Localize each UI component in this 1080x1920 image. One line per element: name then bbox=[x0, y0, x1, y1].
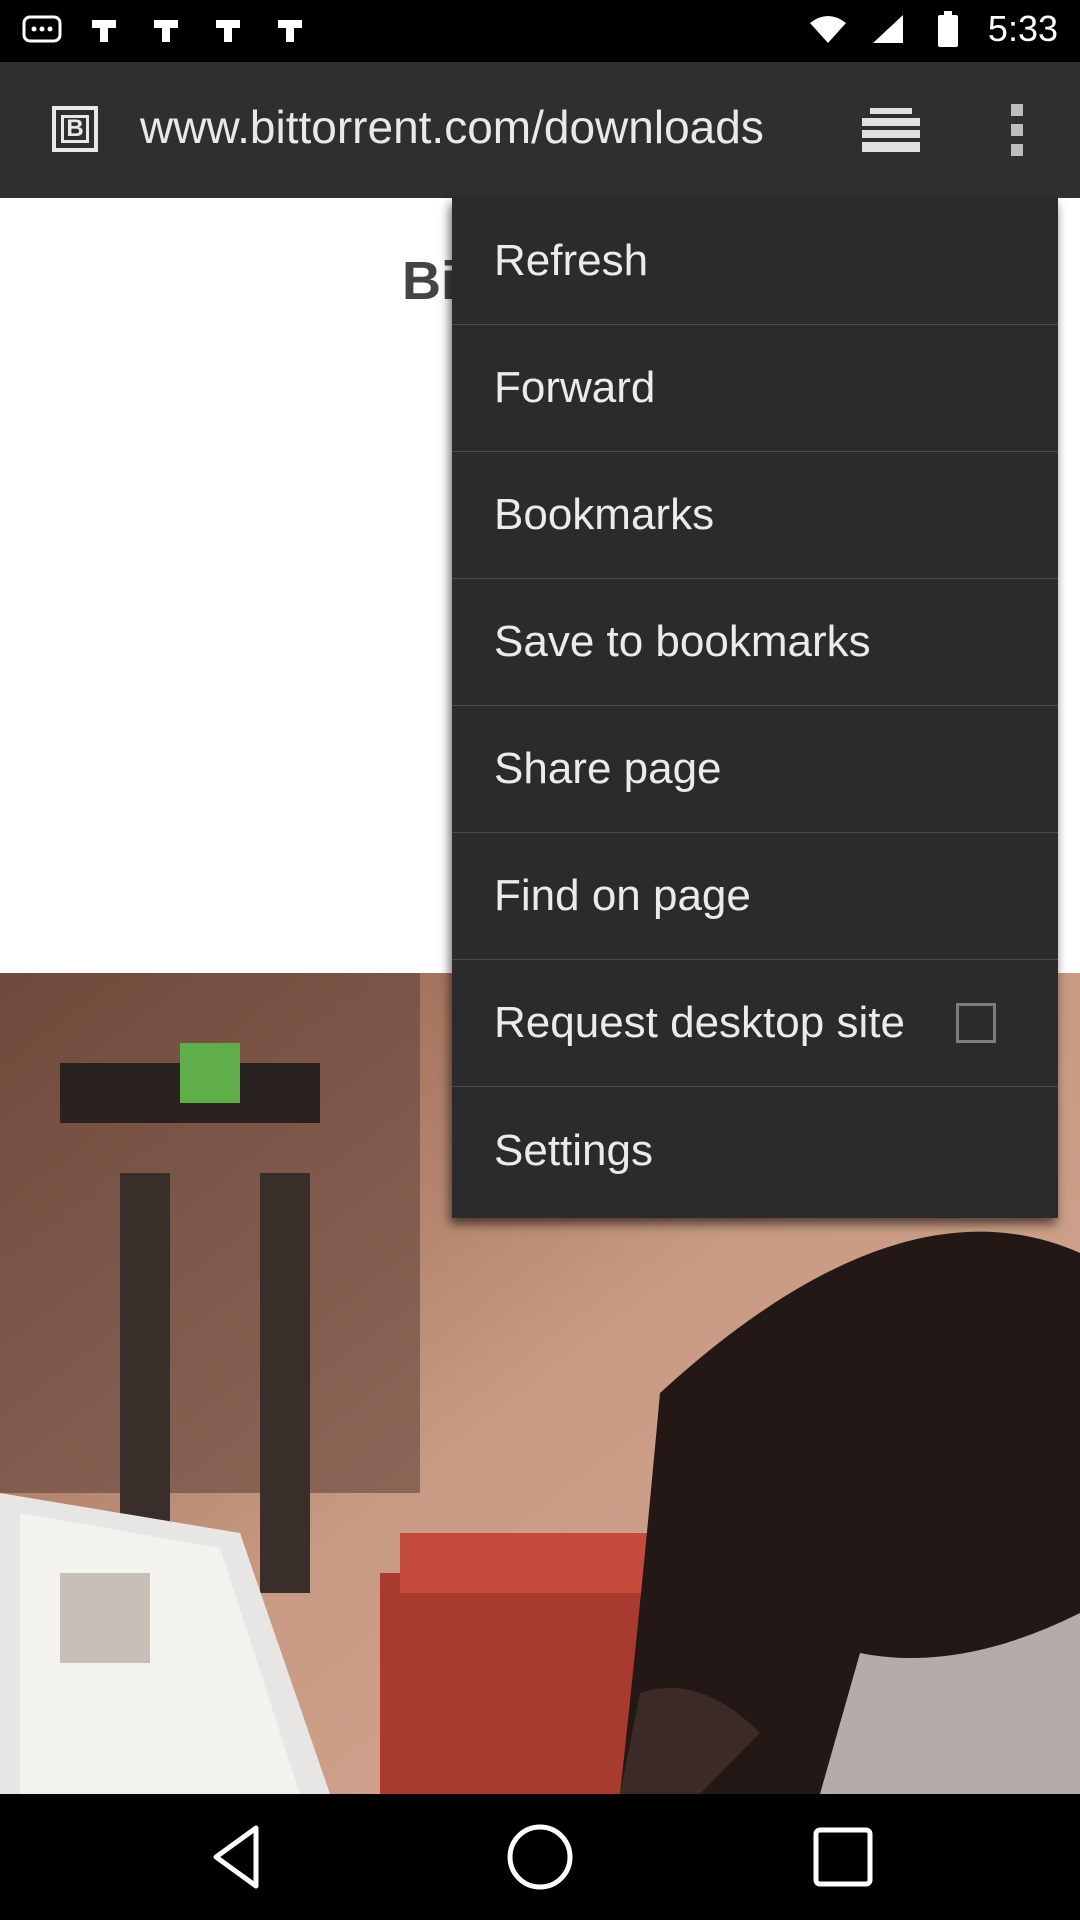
site-favicon-letter: B bbox=[61, 115, 89, 143]
menu-item-label: Refresh bbox=[494, 236, 649, 285]
back-icon[interactable] bbox=[200, 1820, 274, 1894]
messages-icon bbox=[22, 10, 62, 50]
status-bar: 5:33 bbox=[0, 0, 1080, 62]
notification-icon bbox=[270, 10, 310, 50]
site-favicon-icon[interactable]: B bbox=[52, 106, 98, 152]
status-notifications bbox=[22, 10, 310, 50]
menu-item-save-to-bookmarks[interactable]: Save to bookmarks bbox=[452, 579, 1058, 706]
menu-item-label: Find on page bbox=[494, 871, 751, 920]
menu-item-bookmarks[interactable]: Bookmarks bbox=[452, 452, 1058, 579]
desktop-site-checkbox[interactable] bbox=[956, 1003, 996, 1043]
menu-item-label: Share page bbox=[494, 744, 722, 793]
menu-item-label: Bookmarks bbox=[494, 490, 715, 539]
menu-item-label: Settings bbox=[494, 1125, 653, 1175]
notification-icon bbox=[208, 10, 248, 50]
menu-item-forward[interactable]: Forward bbox=[452, 325, 1058, 452]
home-icon[interactable] bbox=[503, 1820, 577, 1894]
browser-toolbar: B www.bittorrent.com/downloads bbox=[0, 62, 1080, 198]
status-system: 5:33 bbox=[808, 8, 1058, 50]
menu-item-label: Save to bookmarks bbox=[494, 617, 871, 666]
navigation-bar bbox=[0, 1794, 1080, 1920]
tabs-icon[interactable] bbox=[860, 104, 922, 156]
wifi-icon bbox=[808, 9, 848, 49]
battery-icon bbox=[928, 9, 968, 49]
recents-icon[interactable] bbox=[806, 1820, 880, 1894]
overflow-menu-icon[interactable] bbox=[1002, 100, 1032, 160]
menu-item-request-desktop-site[interactable]: Request desktop site bbox=[452, 960, 1058, 1087]
page-heading-partial: Bi bbox=[402, 251, 456, 311]
menu-item-label: Request desktop site bbox=[494, 998, 905, 1047]
notification-icon bbox=[84, 10, 124, 50]
menu-item-share-page[interactable]: Share page bbox=[452, 706, 1058, 833]
url-bar[interactable]: www.bittorrent.com/downloads bbox=[140, 100, 764, 154]
notification-icon bbox=[146, 10, 186, 50]
menu-item-refresh[interactable]: Refresh bbox=[452, 198, 1058, 325]
menu-item-find-on-page[interactable]: Find on page bbox=[452, 833, 1058, 960]
status-time: 5:33 bbox=[987, 8, 1058, 49]
menu-item-settings[interactable]: Settings bbox=[452, 1087, 1058, 1214]
signal-icon bbox=[868, 9, 908, 49]
overflow-menu: Refresh Forward Bookmarks Save to bookma… bbox=[452, 198, 1058, 1218]
menu-item-label: Forward bbox=[494, 363, 656, 412]
